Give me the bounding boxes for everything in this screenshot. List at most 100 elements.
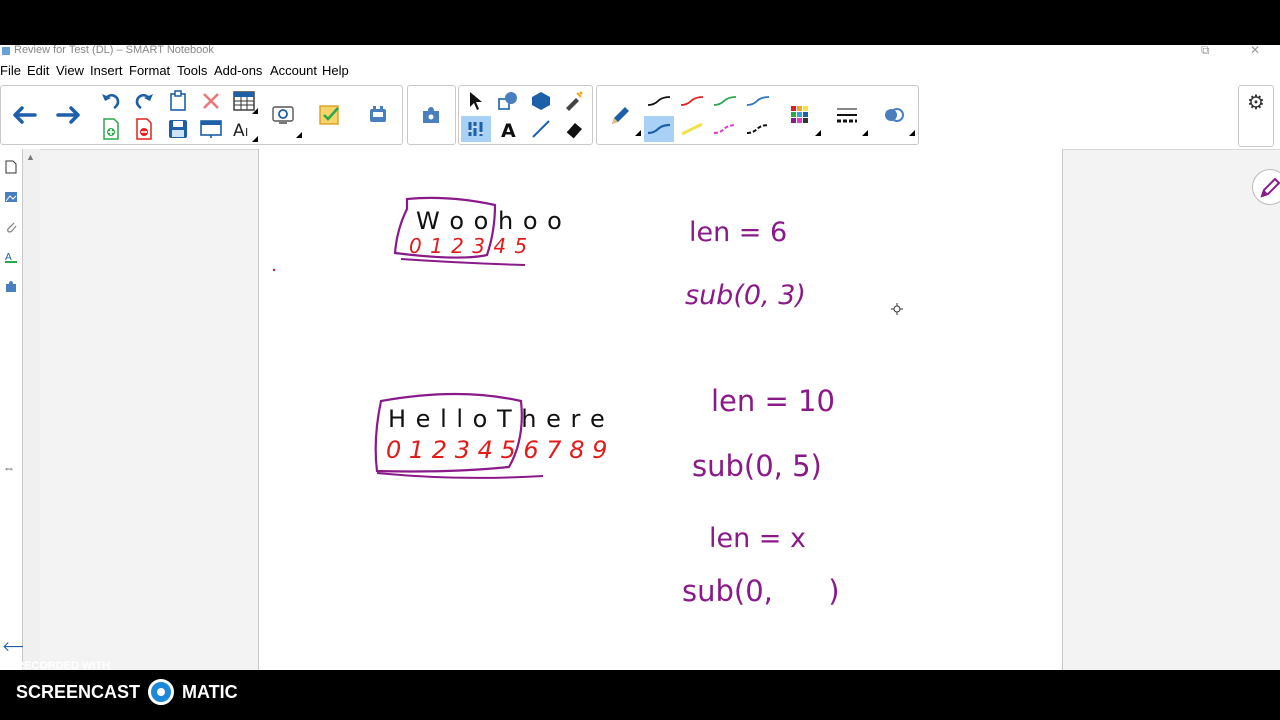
example1-sub: sub(0, 3) <box>685 280 806 311</box>
line-style-dropdown-indicator <box>862 130 868 136</box>
shapes-icon[interactable] <box>493 88 523 114</box>
screen-shade-icon[interactable] <box>197 116 225 142</box>
menu-view[interactable]: View <box>56 63 84 78</box>
response-icon[interactable] <box>363 98 393 132</box>
pen-black-swatch[interactable] <box>644 88 674 114</box>
menu-edit[interactable]: Edit <box>27 63 49 78</box>
pen-magenta-dashed-swatch[interactable] <box>710 116 740 142</box>
screencast-logo: SCREENCAST MATIC <box>16 679 238 705</box>
svg-text:A: A <box>233 121 245 139</box>
restore-window-button[interactable]: ⧉ <box>1201 45 1210 58</box>
menu-tools[interactable]: Tools <box>177 63 207 78</box>
pen-red-swatch[interactable] <box>677 88 707 114</box>
toolbar: AI A <box>0 81 1280 150</box>
color-palette-icon[interactable] <box>783 98 821 136</box>
activity-builder-icon[interactable] <box>315 98 345 132</box>
floating-pen-icon[interactable] <box>1252 169 1280 205</box>
pen-cyan-swatch[interactable] <box>644 116 674 142</box>
brand-dot-icon <box>148 679 175 705</box>
example2-word: H e l l o T h e r e <box>388 405 606 433</box>
whiteboard-page[interactable]: W o o h o o 0 1 2 3 4 5 len = 6 sub(0, 3… <box>258 149 1063 670</box>
text-icon[interactable]: A <box>493 116 523 142</box>
recorded-with-label: RECORDED WITH <box>16 660 111 672</box>
settings-icon[interactable]: ⚙ <box>1244 92 1268 114</box>
example2-underline <box>376 472 544 479</box>
close-window-button[interactable]: ✕ <box>1250 45 1260 57</box>
menu-insert[interactable]: Insert <box>90 63 123 78</box>
brand-left-text: SCREENCAST <box>16 681 141 702</box>
forward-arrow-icon[interactable] <box>54 100 84 130</box>
title-bar: Review for Test (DL) – SMART Notebook ⧉ … <box>0 45 1280 59</box>
toolbar-group-addons <box>407 85 456 145</box>
fill-icon[interactable] <box>526 88 556 114</box>
back-arrow-icon[interactable] <box>9 100 39 130</box>
line-style-icon[interactable] <box>830 98 868 136</box>
example1-underline <box>400 258 526 266</box>
menu-format[interactable]: Format <box>129 63 170 78</box>
table-dropdown-indicator <box>252 108 258 114</box>
app-icon <box>2 47 10 55</box>
smart-notebook-window: Review for Test (DL) – SMART Notebook ⧉ … <box>0 45 1280 670</box>
ai-text-icon[interactable]: AI <box>230 116 258 142</box>
menu-help[interactable]: Help <box>322 63 349 78</box>
ai-text-dropdown-indicator <box>252 136 258 142</box>
general-sub: sub(0, ) <box>682 574 840 608</box>
addons-tab-icon[interactable] <box>3 279 19 295</box>
toolbar-group-main: AI <box>0 85 403 145</box>
delete-page-icon[interactable] <box>130 116 158 142</box>
magic-pen-icon[interactable] <box>559 88 589 114</box>
toolbar-group-tools: A <box>458 85 593 145</box>
table-icon[interactable] <box>230 88 258 114</box>
properties-dropdown-indicator <box>909 130 915 136</box>
properties-icon[interactable] <box>877 98 915 136</box>
eraser-icon[interactable] <box>559 116 589 142</box>
ink-dot <box>272 268 276 272</box>
example2-sub: sub(0, 5) <box>692 449 822 483</box>
example1-word: W o o h o o <box>416 207 563 235</box>
pen-dropdown-indicator <box>635 130 641 136</box>
window-title: Review for Test (DL) – SMART Notebook <box>14 45 214 56</box>
menu-file[interactable]: File <box>0 63 21 78</box>
page-sorter-icon[interactable] <box>3 159 19 175</box>
ink-layer: W o o h o o 0 1 2 3 4 5 len = 6 sub(0, 3… <box>272 196 903 608</box>
cursor-icon <box>891 303 903 315</box>
pen-blue-swatch[interactable] <box>743 88 773 114</box>
gallery-icon[interactable] <box>3 189 19 205</box>
undo-icon[interactable] <box>97 88 125 114</box>
page-scrollbar[interactable]: ▲ <box>23 149 40 670</box>
example2-indices: 0 1 2 3 4 5 6 7 8 9 <box>386 436 607 464</box>
camera-dropdown-indicator <box>296 132 302 138</box>
lines-icon[interactable] <box>526 116 556 142</box>
add-page-icon[interactable] <box>97 116 125 142</box>
attachments-icon[interactable] <box>3 219 19 235</box>
pen-black-dashed-swatch[interactable] <box>743 116 773 142</box>
example1-len: len = 6 <box>689 217 787 248</box>
select-icon[interactable] <box>461 88 491 114</box>
paste-icon[interactable] <box>164 88 192 114</box>
svg-text:A: A <box>501 120 516 139</box>
palette-dropdown-indicator <box>815 130 821 136</box>
pen-green-swatch[interactable] <box>710 88 740 114</box>
side-tabs: A ⇔ 🡐 <box>0 149 40 670</box>
resize-sidebar-icon[interactable]: ⇔ <box>3 461 15 475</box>
document-camera-icon[interactable] <box>268 98 302 138</box>
brand-right-text: MATIC <box>182 681 238 702</box>
example1-indices: 0 1 2 3 4 5 <box>409 234 528 258</box>
menu-bar: File Edit View Insert Format Tools Add-o… <box>0 59 1280 81</box>
addons-icon[interactable] <box>416 98 446 132</box>
svg-text:I: I <box>245 126 248 139</box>
scroll-up-icon[interactable]: ▲ <box>26 152 35 162</box>
settings-panel: ⚙ <box>1238 85 1274 147</box>
save-icon[interactable] <box>164 116 192 142</box>
menu-addons[interactable]: Add-ons <box>214 63 262 78</box>
redo-icon[interactable] <box>130 88 158 114</box>
pens-icon[interactable] <box>461 116 491 142</box>
menu-account[interactable]: Account <box>270 63 317 78</box>
toolbar-group-pen-options <box>596 85 919 145</box>
general-len: len = x <box>709 523 806 554</box>
pen-icon[interactable] <box>603 98 641 136</box>
delete-icon[interactable] <box>197 88 225 114</box>
highlighter-yellow-swatch[interactable] <box>677 116 707 142</box>
properties-tab-icon[interactable]: A <box>3 249 19 265</box>
example2-len: len = 10 <box>711 384 835 418</box>
